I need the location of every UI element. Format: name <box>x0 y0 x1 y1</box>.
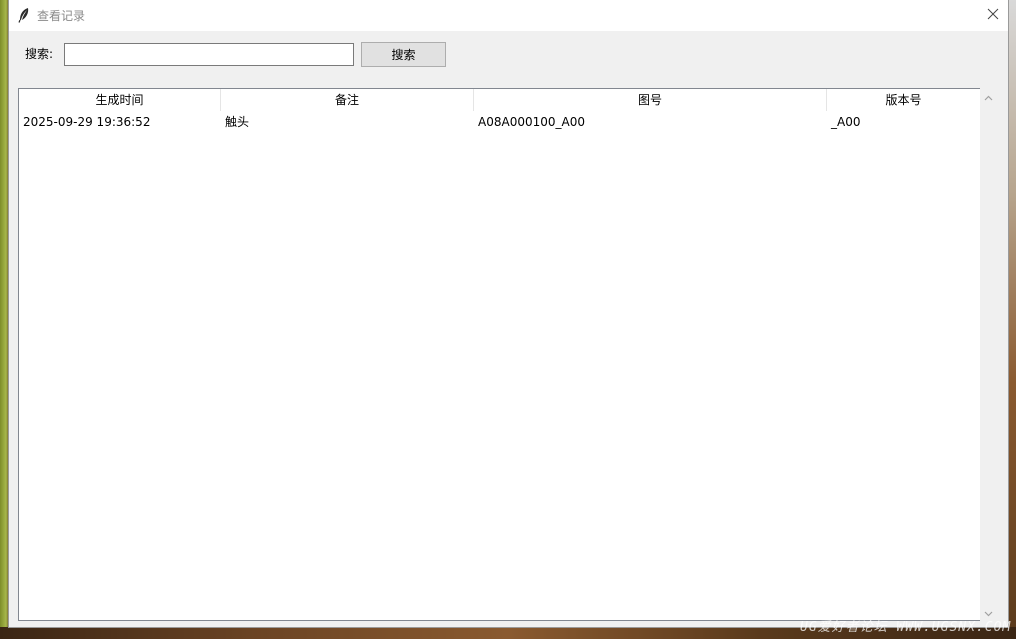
column-header-remark[interactable]: 备注 <box>221 89 474 111</box>
column-header-version[interactable]: 版本号 <box>827 89 980 111</box>
close-button[interactable] <box>977 0 1008 31</box>
column-header-generated-time[interactable]: 生成时间 <box>19 89 221 111</box>
vertical-scrollbar[interactable] <box>980 88 997 621</box>
cell-generated-time: 2025-09-29 19:36:52 <box>23 115 151 129</box>
cell-version: _A00 <box>831 115 861 129</box>
cell-remark: 触头 <box>225 115 250 129</box>
view-records-window: 查看记录 搜索: 搜索 生成时间 备注 图号 版本号 2025-09-29 19… <box>9 0 1008 627</box>
desktop-background-right <box>1008 0 1016 639</box>
cell-drawing-number: A08A000100_A00 <box>478 115 585 129</box>
scroll-up-button[interactable] <box>980 88 997 105</box>
feather-icon <box>17 7 31 23</box>
records-table[interactable]: 生成时间 备注 图号 版本号 2025-09-29 19:36:52 触头 A0… <box>18 88 981 621</box>
forum-watermark: UG爱好者论坛 WWW.UGSNX.COM <box>800 620 1012 635</box>
search-button[interactable]: 搜索 <box>361 42 446 67</box>
table-header: 生成时间 备注 图号 版本号 <box>19 89 980 111</box>
close-icon <box>987 8 999 23</box>
table-row[interactable]: 2025-09-29 19:36:52 触头 A08A000100_A00 _A… <box>19 112 980 132</box>
column-header-drawing-number[interactable]: 图号 <box>474 89 827 111</box>
window-title: 查看记录 <box>37 9 86 23</box>
chevron-up-icon <box>984 90 993 104</box>
search-input[interactable] <box>64 43 354 66</box>
search-button-label: 搜索 <box>391 47 416 62</box>
search-label: 搜索: <box>25 47 54 61</box>
title-bar[interactable]: 查看记录 <box>9 0 1008 31</box>
